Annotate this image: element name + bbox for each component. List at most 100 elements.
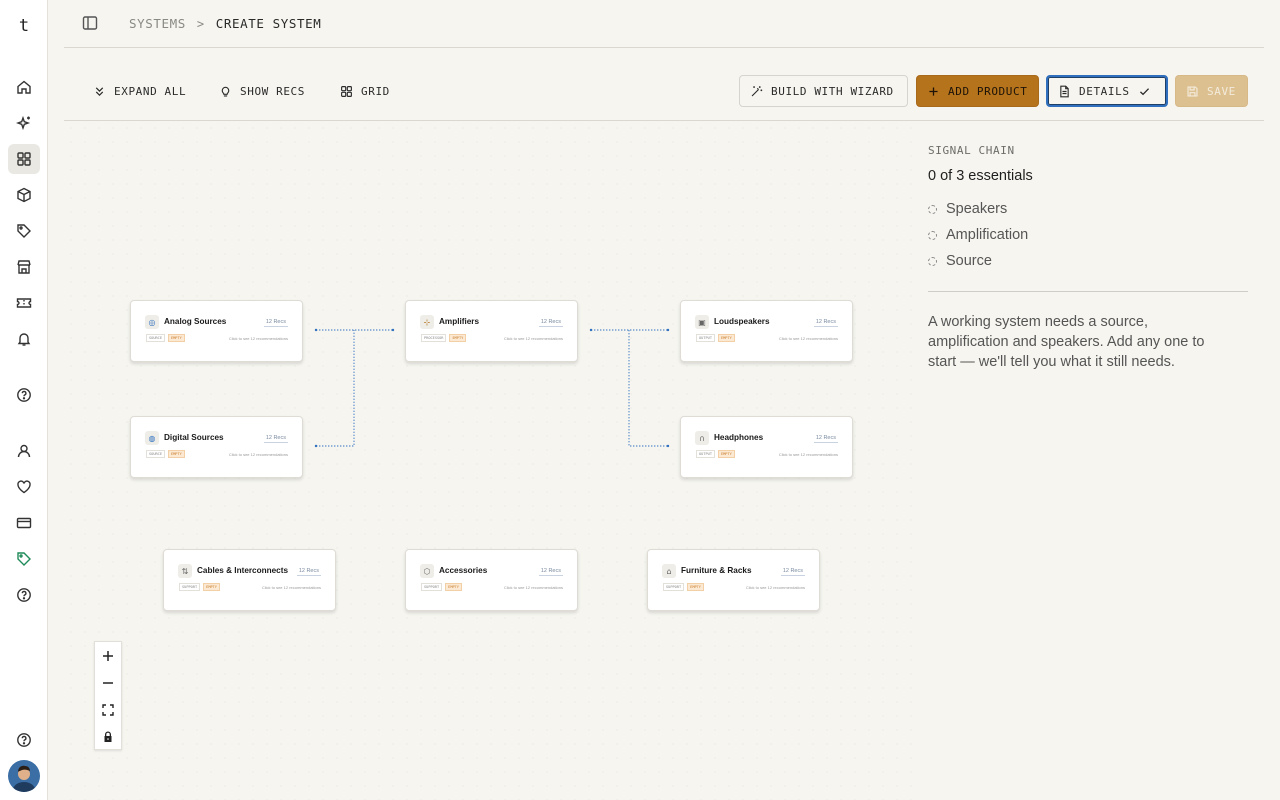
grid-label: GRID <box>361 84 390 98</box>
fullscreen-icon <box>102 703 114 716</box>
zoom-in-button[interactable] <box>95 642 121 669</box>
node-role-tag: SOURCE <box>146 334 165 342</box>
build-with-wizard-label: BUILD WITH WIZARD <box>771 84 894 98</box>
build-with-wizard-button[interactable]: BUILD WITH WIZARD <box>739 75 908 107</box>
home-icon[interactable] <box>8 72 40 102</box>
node-title: Loudspeakers <box>714 317 770 326</box>
avatar[interactable] <box>8 760 40 792</box>
node-hint: Click to see 12 recommendations <box>261 585 321 590</box>
node-role-tag: PROCESSOR <box>421 334 447 342</box>
essential-label: Source <box>946 253 992 269</box>
tag-icon[interactable] <box>8 216 40 246</box>
node-role-tag: OUTPUT <box>696 450 715 458</box>
lightbulb-icon <box>221 86 230 97</box>
panel-note: A working system needs a source, amplifi… <box>928 314 1205 370</box>
node-hint: Click to see 12 recommendations <box>778 336 838 341</box>
chair-icon: ⌂ <box>662 564 676 578</box>
magic-wand-icon <box>751 85 763 96</box>
node-digital-sources[interactable]: ◍ Digital Sources 12 Recs SOURCE EMPTY Cl… <box>130 416 303 478</box>
node-hint: Click to see 12 recommendations <box>503 585 563 590</box>
box-icon[interactable] <box>8 180 40 210</box>
help-icon[interactable] <box>8 580 40 610</box>
node-title: Amplifiers <box>439 317 480 326</box>
node-role-tag: SOURCE <box>146 450 165 458</box>
show-recs-label: SHOW RECS <box>240 84 306 98</box>
show-recs-button[interactable]: SHOW RECS <box>209 75 315 107</box>
node-headphones[interactable]: ∩ Headphones 12 Recs OUTPUT EMPTY Click t… <box>680 416 853 478</box>
expand-all-button[interactable]: EXPAND ALL <box>83 75 196 107</box>
sparkle-icon[interactable] <box>8 108 40 138</box>
fit-view-button[interactable] <box>95 696 121 723</box>
essential-label: Amplification <box>946 227 1029 243</box>
node-title: Digital Sources <box>164 433 224 442</box>
node-furniture-racks[interactable]: ⌂ Furniture & Racks 12 Recs SUPPORT EMPTY… <box>647 549 820 611</box>
recs-badge[interactable]: 12 Recs <box>263 434 288 443</box>
store-icon[interactable] <box>8 252 40 282</box>
recs-badge[interactable]: 12 Recs <box>780 567 805 576</box>
node-amplifiers[interactable]: ⊹ Amplifiers 12 Recs PROCESSOR EMPTY Clic… <box>405 300 578 362</box>
add-product-button[interactable]: ADD PRODUCT <box>916 75 1039 107</box>
breadcrumb-systems[interactable]: SYSTEMS <box>129 16 186 31</box>
help-icon[interactable] <box>8 380 40 410</box>
credit-card-icon[interactable] <box>8 508 40 538</box>
heart-icon[interactable] <box>8 472 40 502</box>
node-hint: Click to see 12 recommendations <box>228 452 288 457</box>
recs-badge[interactable]: 12 Recs <box>296 567 321 576</box>
chevrons-down-icon <box>95 86 104 96</box>
details-button[interactable]: DETAILS <box>1046 75 1168 107</box>
tag-green-icon[interactable] <box>8 544 40 574</box>
plus-icon <box>103 650 113 661</box>
recs-badge[interactable]: 12 Recs <box>813 318 838 327</box>
node-status-tag: EMPTY <box>167 450 185 458</box>
grid-icon[interactable] <box>8 144 40 174</box>
node-loudspeakers[interactable]: ▣ Loudspeakers 12 Recs OUTPUT EMPTY Click… <box>680 300 853 362</box>
node-title: Cables & Interconnects <box>197 566 288 575</box>
breadcrumb-separator: > <box>196 16 205 31</box>
essential-item: Source <box>928 253 992 269</box>
essential-label: Speakers <box>946 201 1008 217</box>
node-role-tag: SUPPORT <box>663 583 685 591</box>
essential-item: Amplification <box>928 227 1028 243</box>
package-icon: ⬡ <box>420 564 434 578</box>
node-role-tag: SUPPORT <box>179 583 201 591</box>
check-icon <box>1139 87 1149 95</box>
node-status-tag: EMPTY <box>717 450 735 458</box>
node-accessories[interactable]: ⬡ Accessories 12 Recs SUPPORT EMPTY Click… <box>405 549 578 611</box>
node-role-tag: OUTPUT <box>696 334 715 342</box>
ticket-icon[interactable] <box>8 288 40 318</box>
save-button[interactable]: SAVE <box>1175 75 1248 107</box>
node-cables-interconnects[interactable]: ⇅ Cables & Interconnects 12 Recs SUPPORT… <box>163 549 336 611</box>
save-label: SAVE <box>1207 84 1236 98</box>
cable-icon: ⇅ <box>178 564 192 578</box>
recs-badge[interactable]: 12 Recs <box>538 318 563 327</box>
expand-all-label: EXPAND ALL <box>114 84 187 98</box>
left-rail: t <box>0 0 48 800</box>
zoom-out-button[interactable] <box>95 669 121 696</box>
panel-eyebrow: SIGNAL CHAIN <box>928 144 1015 157</box>
sliders-icon: ⊹ <box>420 315 434 329</box>
node-role-tag: SUPPORT <box>421 583 443 591</box>
toolbar: EXPAND ALL SHOW RECS GRID BUILD WITH WIZ… <box>64 48 1264 121</box>
lock-button[interactable] <box>95 723 121 750</box>
app-logo[interactable]: t <box>0 16 48 36</box>
pending-circle-icon <box>928 204 937 214</box>
recs-badge[interactable]: 12 Recs <box>538 567 563 576</box>
node-status-tag: EMPTY <box>203 583 220 591</box>
headphones-icon: ∩ <box>695 431 709 445</box>
vinyl-icon: ◎ <box>145 315 159 329</box>
essentials-count: 0 of 3 essentials <box>928 168 1033 184</box>
speaker-icon: ▣ <box>695 315 709 329</box>
breadcrumb: SYSTEMS > CREATE SYSTEM <box>129 16 321 31</box>
pending-circle-icon <box>928 230 937 240</box>
node-title: Headphones <box>714 433 764 442</box>
help-icon[interactable] <box>8 725 40 755</box>
node-analog-sources[interactable]: ◎ Analog Sources 12 Recs SOURCE EMPTY Cli… <box>130 300 303 362</box>
bell-icon[interactable] <box>8 324 40 354</box>
node-status-tag: EMPTY <box>687 583 704 591</box>
recs-badge[interactable]: 12 Recs <box>813 434 838 443</box>
grid-icon <box>341 85 352 97</box>
recs-badge[interactable]: 12 Recs <box>263 318 288 327</box>
user-icon[interactable] <box>8 436 40 466</box>
sidebar-toggle-icon[interactable] <box>82 15 98 31</box>
grid-button[interactable]: GRID <box>330 75 400 107</box>
